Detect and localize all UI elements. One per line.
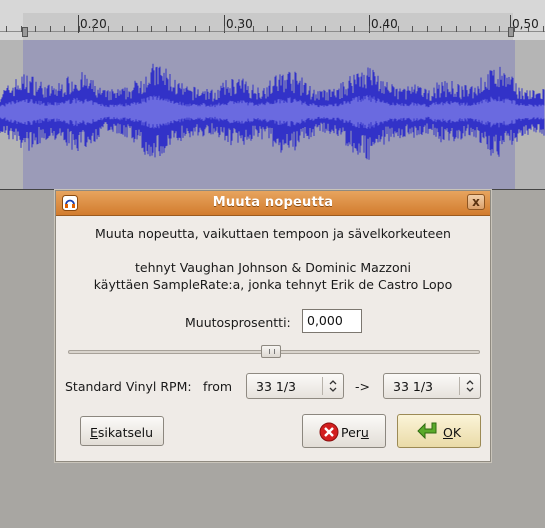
ruler-minor-tick [253, 26, 254, 32]
from-label: from [203, 379, 233, 394]
ruler-minor-tick [238, 26, 239, 32]
waveform [0, 63, 545, 160]
to-rpm-value: 33 1/3 [393, 379, 433, 394]
close-icon[interactable]: x [467, 194, 485, 210]
ruler-minor-tick [166, 26, 167, 32]
ruler-minor-tick [528, 26, 529, 32]
ruler-minor-tick [122, 26, 123, 32]
ruler-minor-tick [151, 26, 152, 32]
ruler-minor-tick [195, 26, 196, 32]
ruler-minor-tick [296, 26, 297, 32]
dialog-titlebar[interactable]: Muuta nopeutta x [56, 191, 490, 216]
preview-button[interactable]: Esikatselu [80, 416, 164, 446]
vinyl-rpm-label: Standard Vinyl RPM: [65, 379, 192, 394]
ok-button-label: OK [443, 425, 462, 440]
ok-button[interactable]: OK [397, 414, 481, 448]
credit-line-1: tehnyt Vaughan Johnson & Dominic Mazzoni [134, 260, 411, 275]
from-rpm-select[interactable]: 33 1/3 [246, 373, 344, 399]
ruler-minor-tick [267, 26, 268, 32]
cancel-button[interactable]: Peru [302, 414, 386, 448]
to-arrow: -> [355, 379, 370, 394]
dialog-title: Muuta nopeutta [212, 195, 334, 210]
ruler-minor-tick [311, 26, 312, 32]
credit-line-2: käyttäen SampleRate:a, jonka tehnyt Erik… [93, 277, 453, 292]
ruler-minor-tick [209, 26, 210, 32]
selection-start-marker[interactable] [22, 27, 28, 37]
timeline-ruler[interactable]: 0.20 0.30 0.40 0,50 [0, 0, 545, 41]
ruler-minor-tick [325, 26, 326, 32]
ruler-minor-tick [514, 26, 515, 32]
ruler-minor-tick [543, 26, 544, 32]
ruler-minor-tick [108, 26, 109, 32]
ruler-minor-tick [499, 26, 500, 32]
cancel-icon [319, 422, 339, 442]
to-rpm-select[interactable]: 33 1/3 [383, 373, 481, 399]
ruler-minor-tick [35, 26, 36, 32]
ruler-minor-tick [224, 26, 225, 32]
ruler-minor-tick [282, 26, 283, 32]
ruler-minor-tick [6, 26, 7, 32]
ruler-minor-tick [64, 26, 65, 32]
ruler-minor-tick [441, 26, 442, 32]
speed-slider-thumb[interactable] [261, 345, 281, 358]
ruler-minor-tick [180, 26, 181, 32]
ruler-minor-tick [354, 26, 355, 32]
from-rpm-value: 33 1/3 [256, 379, 296, 394]
percent-change-input[interactable]: 0,000 [302, 309, 362, 333]
ruler-label: 0,50 [512, 17, 539, 31]
ruler-minor-tick [79, 26, 80, 32]
cancel-button-label: Peru [341, 425, 369, 440]
ruler-minor-tick [340, 26, 341, 32]
percent-change-label: Muutosprosentti: [185, 315, 291, 330]
ruler-minor-tick [137, 26, 138, 32]
ruler-minor-tick [383, 26, 384, 32]
chevron-updown-icon [329, 380, 337, 392]
ruler-minor-tick [412, 26, 413, 32]
ruler-minor-tick [369, 26, 370, 32]
ruler-minor-tick [427, 26, 428, 32]
ruler-minor-tick [50, 26, 51, 32]
ruler-minor-tick [456, 26, 457, 32]
ruler-minor-tick [470, 26, 471, 32]
ruler-baseline [0, 31, 545, 32]
preview-button-label: Esikatselu [90, 425, 154, 440]
ruler-minor-tick [93, 26, 94, 32]
ruler-minor-tick [398, 26, 399, 32]
dialog-description: Muuta nopeutta, vaikuttaen tempoon ja sä… [95, 226, 451, 241]
ok-arrow-icon [417, 422, 437, 440]
ruler-minor-tick [485, 26, 486, 32]
change-speed-dialog: Muuta nopeutta x Muuta nopeutta, vaikutt… [55, 190, 491, 462]
ruler-minor-tick [21, 26, 22, 32]
audio-track[interactable] [0, 40, 545, 190]
ruler-label: 0.40 [371, 17, 398, 31]
empty-track-area[interactable] [0, 463, 545, 528]
chevron-updown-icon [466, 380, 474, 392]
ruler-label: 0.30 [226, 17, 253, 31]
